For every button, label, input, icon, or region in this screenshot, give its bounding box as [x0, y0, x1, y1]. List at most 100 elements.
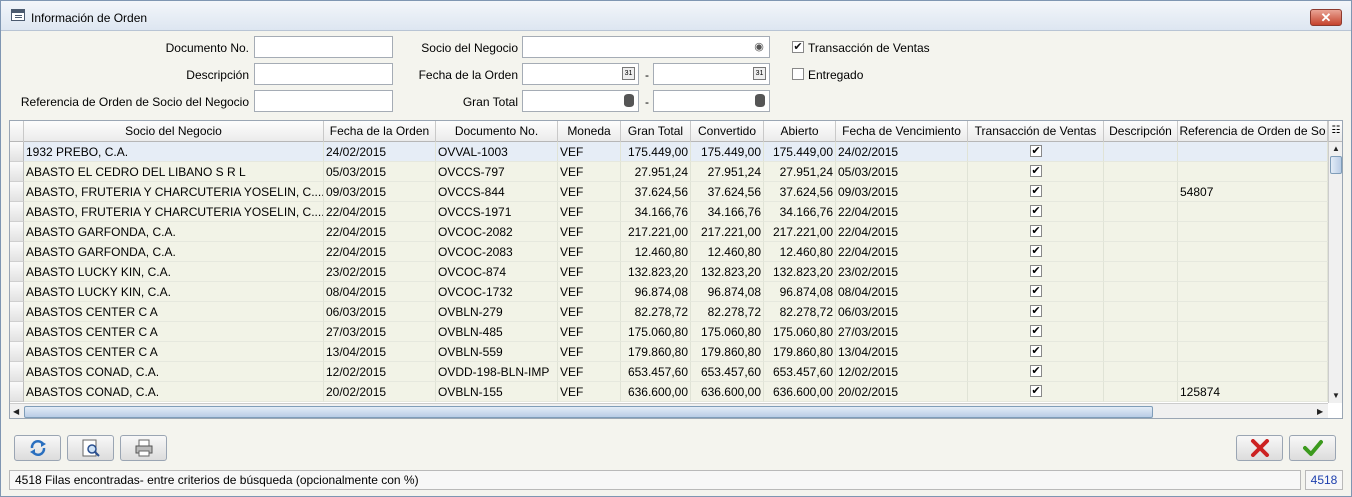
table-row[interactable]: ABASTO LUCKY KIN, C.A. 08/04/2015 OVCOC-17…: [10, 282, 1328, 302]
table-cell: 34.166,76: [691, 202, 764, 222]
scroll-up-icon[interactable]: ▲: [1332, 144, 1340, 153]
table-row[interactable]: ABASTO, FRUTERIA Y CHARCUTERIA YOSELIN, …: [10, 202, 1328, 222]
table-cell: VEF: [558, 282, 621, 302]
column-header[interactable]: Moneda: [558, 121, 621, 142]
ok-button[interactable]: [1289, 435, 1336, 461]
gran-total-desde-input[interactable]: [522, 90, 639, 112]
table-row[interactable]: ABASTOS CENTER C A 13/04/2015 OVBLN-559 VEF…: [10, 342, 1328, 362]
table-row[interactable]: ABASTO LUCKY KIN, C.A. 23/02/2015 OVCOC-87…: [10, 262, 1328, 282]
table-row[interactable]: ABASTO GARFONDA, C.A. 22/04/2015 OVCOC-208…: [10, 242, 1328, 262]
descripcion-input[interactable]: [254, 63, 393, 85]
socio-input[interactable]: ◉: [522, 36, 770, 58]
column-header[interactable]: Fecha de Vencimiento: [836, 121, 968, 142]
column-header[interactable]: Abierto: [764, 121, 836, 142]
table-cell: 82.278,72: [621, 302, 691, 322]
row-selector[interactable]: [10, 222, 24, 242]
row-selector[interactable]: [10, 382, 24, 402]
table-cell: [1178, 262, 1328, 282]
close-button[interactable]: ✕: [1310, 9, 1342, 26]
referencia-input[interactable]: [254, 90, 393, 112]
transaccion-cell: ✔: [968, 202, 1104, 222]
row-checkbox: ✔: [1030, 285, 1042, 297]
row-selector[interactable]: [10, 282, 24, 302]
table-row[interactable]: 1932 PREBO, C.A. 24/02/2015 OVVAL-1003 VEF 1…: [10, 142, 1328, 162]
grid-corner: [10, 121, 24, 142]
table-cell: 05/03/2015: [836, 162, 968, 182]
entregado-checkbox[interactable]: [792, 68, 804, 80]
transaccion-label: Transacción de Ventas: [808, 41, 930, 55]
print-button[interactable]: [120, 435, 167, 461]
row-checkbox: ✔: [1030, 225, 1042, 237]
row-selector[interactable]: [10, 302, 24, 322]
table-cell: VEF: [558, 222, 621, 242]
refresh-button[interactable]: [14, 435, 61, 461]
column-header[interactable]: Transacción de Ventas: [968, 121, 1104, 142]
cancel-icon: [1251, 439, 1269, 457]
cancel-button[interactable]: [1236, 435, 1283, 461]
scroll-left-icon[interactable]: ◀: [13, 407, 19, 416]
table-cell: 06/03/2015: [324, 302, 436, 322]
column-header[interactable]: Referencia de Orden de So: [1178, 121, 1328, 142]
row-selector[interactable]: [10, 142, 24, 162]
row-selector[interactable]: [10, 202, 24, 222]
table-cell: [1104, 302, 1178, 322]
print-icon: [135, 439, 153, 457]
fecha-hasta-input[interactable]: 31: [653, 63, 770, 85]
calculator-icon[interactable]: [755, 94, 765, 107]
documento-input[interactable]: [254, 36, 393, 58]
column-header[interactable]: Gran Total: [621, 121, 691, 142]
row-selector[interactable]: [10, 162, 24, 182]
table-cell: [1178, 362, 1328, 382]
table-row[interactable]: ABASTOS CENTER C A 27/03/2015 OVBLN-485 VEF…: [10, 322, 1328, 342]
table-cell: OVDD-198-BLN-IMP: [436, 362, 558, 382]
table-cell: 175.060,80: [764, 322, 836, 342]
window-title: Información de Orden: [31, 11, 148, 25]
row-checkbox: ✔: [1030, 385, 1042, 397]
row-selector[interactable]: [10, 342, 24, 362]
horizontal-scrollbar[interactable]: ◀ ▶: [10, 403, 1328, 418]
table-cell: 13/04/2015: [324, 342, 436, 362]
table-cell: ABASTO GARFONDA, C.A.: [24, 222, 324, 242]
table-cell: 22/04/2015: [324, 202, 436, 222]
row-selector[interactable]: [10, 182, 24, 202]
table-row[interactable]: ABASTOS CONAD, C.A. 12/02/2015 OVDD-198-BL…: [10, 362, 1328, 382]
table-cell: OVCOC-1732: [436, 282, 558, 302]
transaccion-cell: ✔: [968, 262, 1104, 282]
table-row[interactable]: ABASTO GARFONDA, C.A. 22/04/2015 OVCOC-208…: [10, 222, 1328, 242]
row-selector[interactable]: [10, 362, 24, 382]
column-header[interactable]: Documento No.: [436, 121, 558, 142]
column-header[interactable]: Descripción: [1104, 121, 1178, 142]
transaccion-checkbox[interactable]: ✔: [792, 41, 804, 53]
column-header[interactable]: Convertido: [691, 121, 764, 142]
table-cell: VEF: [558, 302, 621, 322]
table-row[interactable]: ABASTO EL CEDRO DEL LIBANO S R L 05/03/20…: [10, 162, 1328, 182]
column-header[interactable]: Socio del Negocio: [24, 121, 324, 142]
row-checkbox: ✔: [1030, 325, 1042, 337]
row-selector[interactable]: [10, 242, 24, 262]
vertical-scrollbar[interactable]: ▲ ▼: [1328, 142, 1342, 403]
row-selector[interactable]: [10, 262, 24, 282]
table-cell: 132.823,20: [764, 262, 836, 282]
table-cell: VEF: [558, 242, 621, 262]
table-cell: ABASTO EL CEDRO DEL LIBANO S R L: [24, 162, 324, 182]
column-chooser-icon[interactable]: ☷: [1328, 121, 1342, 142]
horizontal-scroll-thumb[interactable]: [24, 406, 1153, 418]
scroll-down-icon[interactable]: ▼: [1332, 391, 1340, 400]
bpartner-lookup-icon[interactable]: ◉: [751, 39, 767, 55]
gran-total-hasta-input[interactable]: [653, 90, 770, 112]
fecha-desde-input[interactable]: 31: [522, 63, 639, 85]
vertical-scroll-thumb[interactable]: [1330, 156, 1342, 174]
table-cell: 22/04/2015: [836, 202, 968, 222]
table-row[interactable]: ABASTOS CENTER C A 06/03/2015 OVBLN-279 VEF…: [10, 302, 1328, 322]
table-row[interactable]: ABASTO, FRUTERIA Y CHARCUTERIA YOSELIN, …: [10, 182, 1328, 202]
order-info-window: Información de Orden ✕ Documento No. Des…: [0, 0, 1352, 497]
calculator-icon[interactable]: [624, 94, 634, 107]
calendar-icon[interactable]: 31: [753, 67, 766, 80]
row-selector[interactable]: [10, 322, 24, 342]
zoom-button[interactable]: [67, 435, 114, 461]
column-header[interactable]: Fecha de la Orden: [324, 121, 436, 142]
calendar-icon[interactable]: 31: [622, 67, 635, 80]
table-row[interactable]: ABASTOS CONAD, C.A. 20/02/2015 OVBLN-155 VE…: [10, 382, 1328, 402]
table-cell: 22/04/2015: [836, 242, 968, 262]
scroll-right-icon[interactable]: ▶: [1317, 407, 1323, 416]
